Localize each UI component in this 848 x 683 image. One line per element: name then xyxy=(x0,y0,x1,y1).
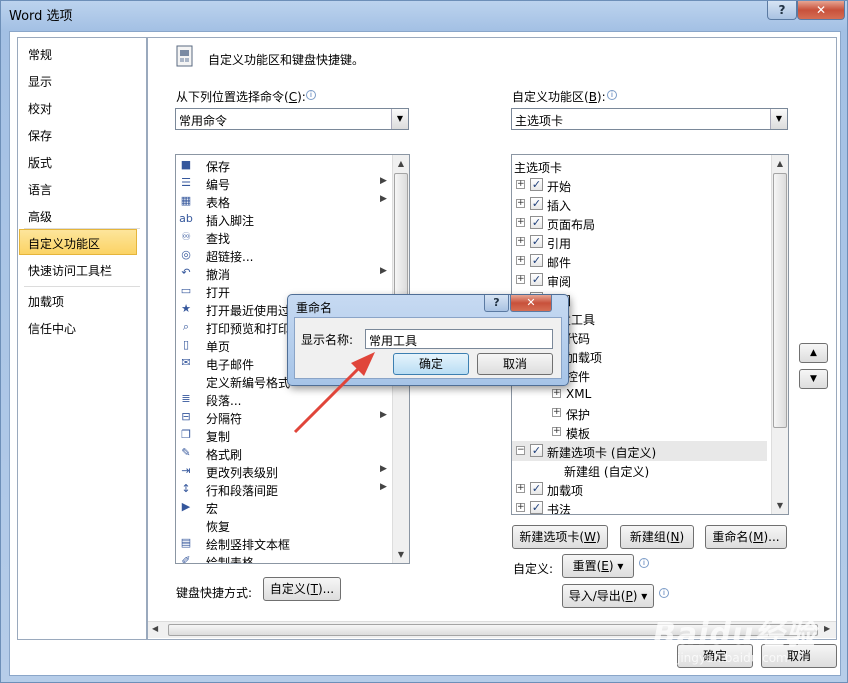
baidu-watermark-url: jingyan.baidu.com xyxy=(677,651,788,665)
annotation-arrow xyxy=(293,352,375,434)
annotation-arrow-shaft xyxy=(293,364,363,434)
word-options-window: Word 选项 ? ✕ 常规 显示 校对 保存 版式 语言 高级 自定义功能区 快速访问工具栏加… xyxy=(0,0,848,683)
baidu-watermark: Baidu经验 xyxy=(653,617,817,652)
